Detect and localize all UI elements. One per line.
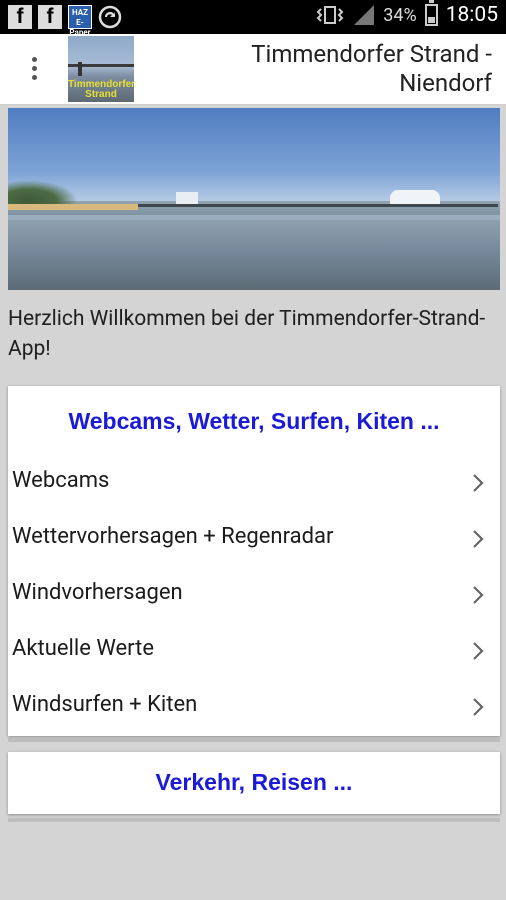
chevron-right-icon <box>473 642 484 660</box>
battery-icon <box>424 0 438 26</box>
overflow-menu-icon[interactable] <box>14 48 54 88</box>
section-card-travel[interactable]: Verkehr, Reisen ... <box>8 752 500 814</box>
signal-icon <box>354 5 375 25</box>
vibrate-icon <box>316 6 344 24</box>
chevron-right-icon <box>473 474 484 492</box>
list-item-label: Windsurfen + Kiten <box>12 692 198 717</box>
facebook-icon: f <box>8 5 32 29</box>
app-bar: Timmendorfer Strand Timmendorfer Strand … <box>0 34 506 105</box>
app-logo: Timmendorfer Strand <box>68 36 134 102</box>
list-item-webcams[interactable]: Webcams <box>8 456 500 512</box>
chevron-right-icon <box>473 586 484 604</box>
list-item-label: Aktuelle Werte <box>12 636 155 661</box>
list-item-windvorhersagen[interactable]: Windvorhersagen <box>8 568 500 624</box>
list-item-aktuelle-werte[interactable]: Aktuelle Werte <box>8 624 500 680</box>
app-logo-text: Timmendorfer Strand <box>68 79 134 100</box>
status-bar: f f HAZ E-Paper 34% 18:05 <box>0 0 506 37</box>
page-title-line1: Timmendorfer Strand - <box>251 40 492 68</box>
battery-percent: 34% <box>383 4 417 26</box>
page-title-line2: Niendorf <box>399 69 492 97</box>
section-title-weather[interactable]: Webcams, Wetter, Surfen, Kiten ... <box>8 408 500 435</box>
haz-app-icon: HAZ E-Paper <box>68 5 92 37</box>
list-item-label: Windvorhersagen <box>12 580 183 605</box>
list-item-label: Wettervorhersagen + Regenradar <box>12 524 334 549</box>
chevron-right-icon <box>473 698 484 716</box>
card-edge <box>8 738 500 742</box>
card-edge <box>8 818 500 822</box>
list-item-label: Webcams <box>12 468 110 493</box>
page-title: Timmendorfer Strand - Niendorf <box>162 40 492 98</box>
section-card-weather: Webcams, Wetter, Surfen, Kiten ... Webca… <box>8 386 500 736</box>
clock: 18:05 <box>445 3 498 27</box>
hero-beach-image <box>8 108 500 290</box>
welcome-text: Herzlich Willkommen bei der Timmendorfer… <box>8 307 486 361</box>
list-item-wettervorhersagen[interactable]: Wettervorhersagen + Regenradar <box>8 512 500 568</box>
section-title-travel[interactable]: Verkehr, Reisen ... <box>8 769 500 796</box>
facebook-icon: f <box>38 5 62 29</box>
list-item-windsurfen-kiten[interactable]: Windsurfen + Kiten <box>8 680 500 736</box>
sync-icon <box>98 5 122 29</box>
chevron-right-icon <box>473 530 484 548</box>
